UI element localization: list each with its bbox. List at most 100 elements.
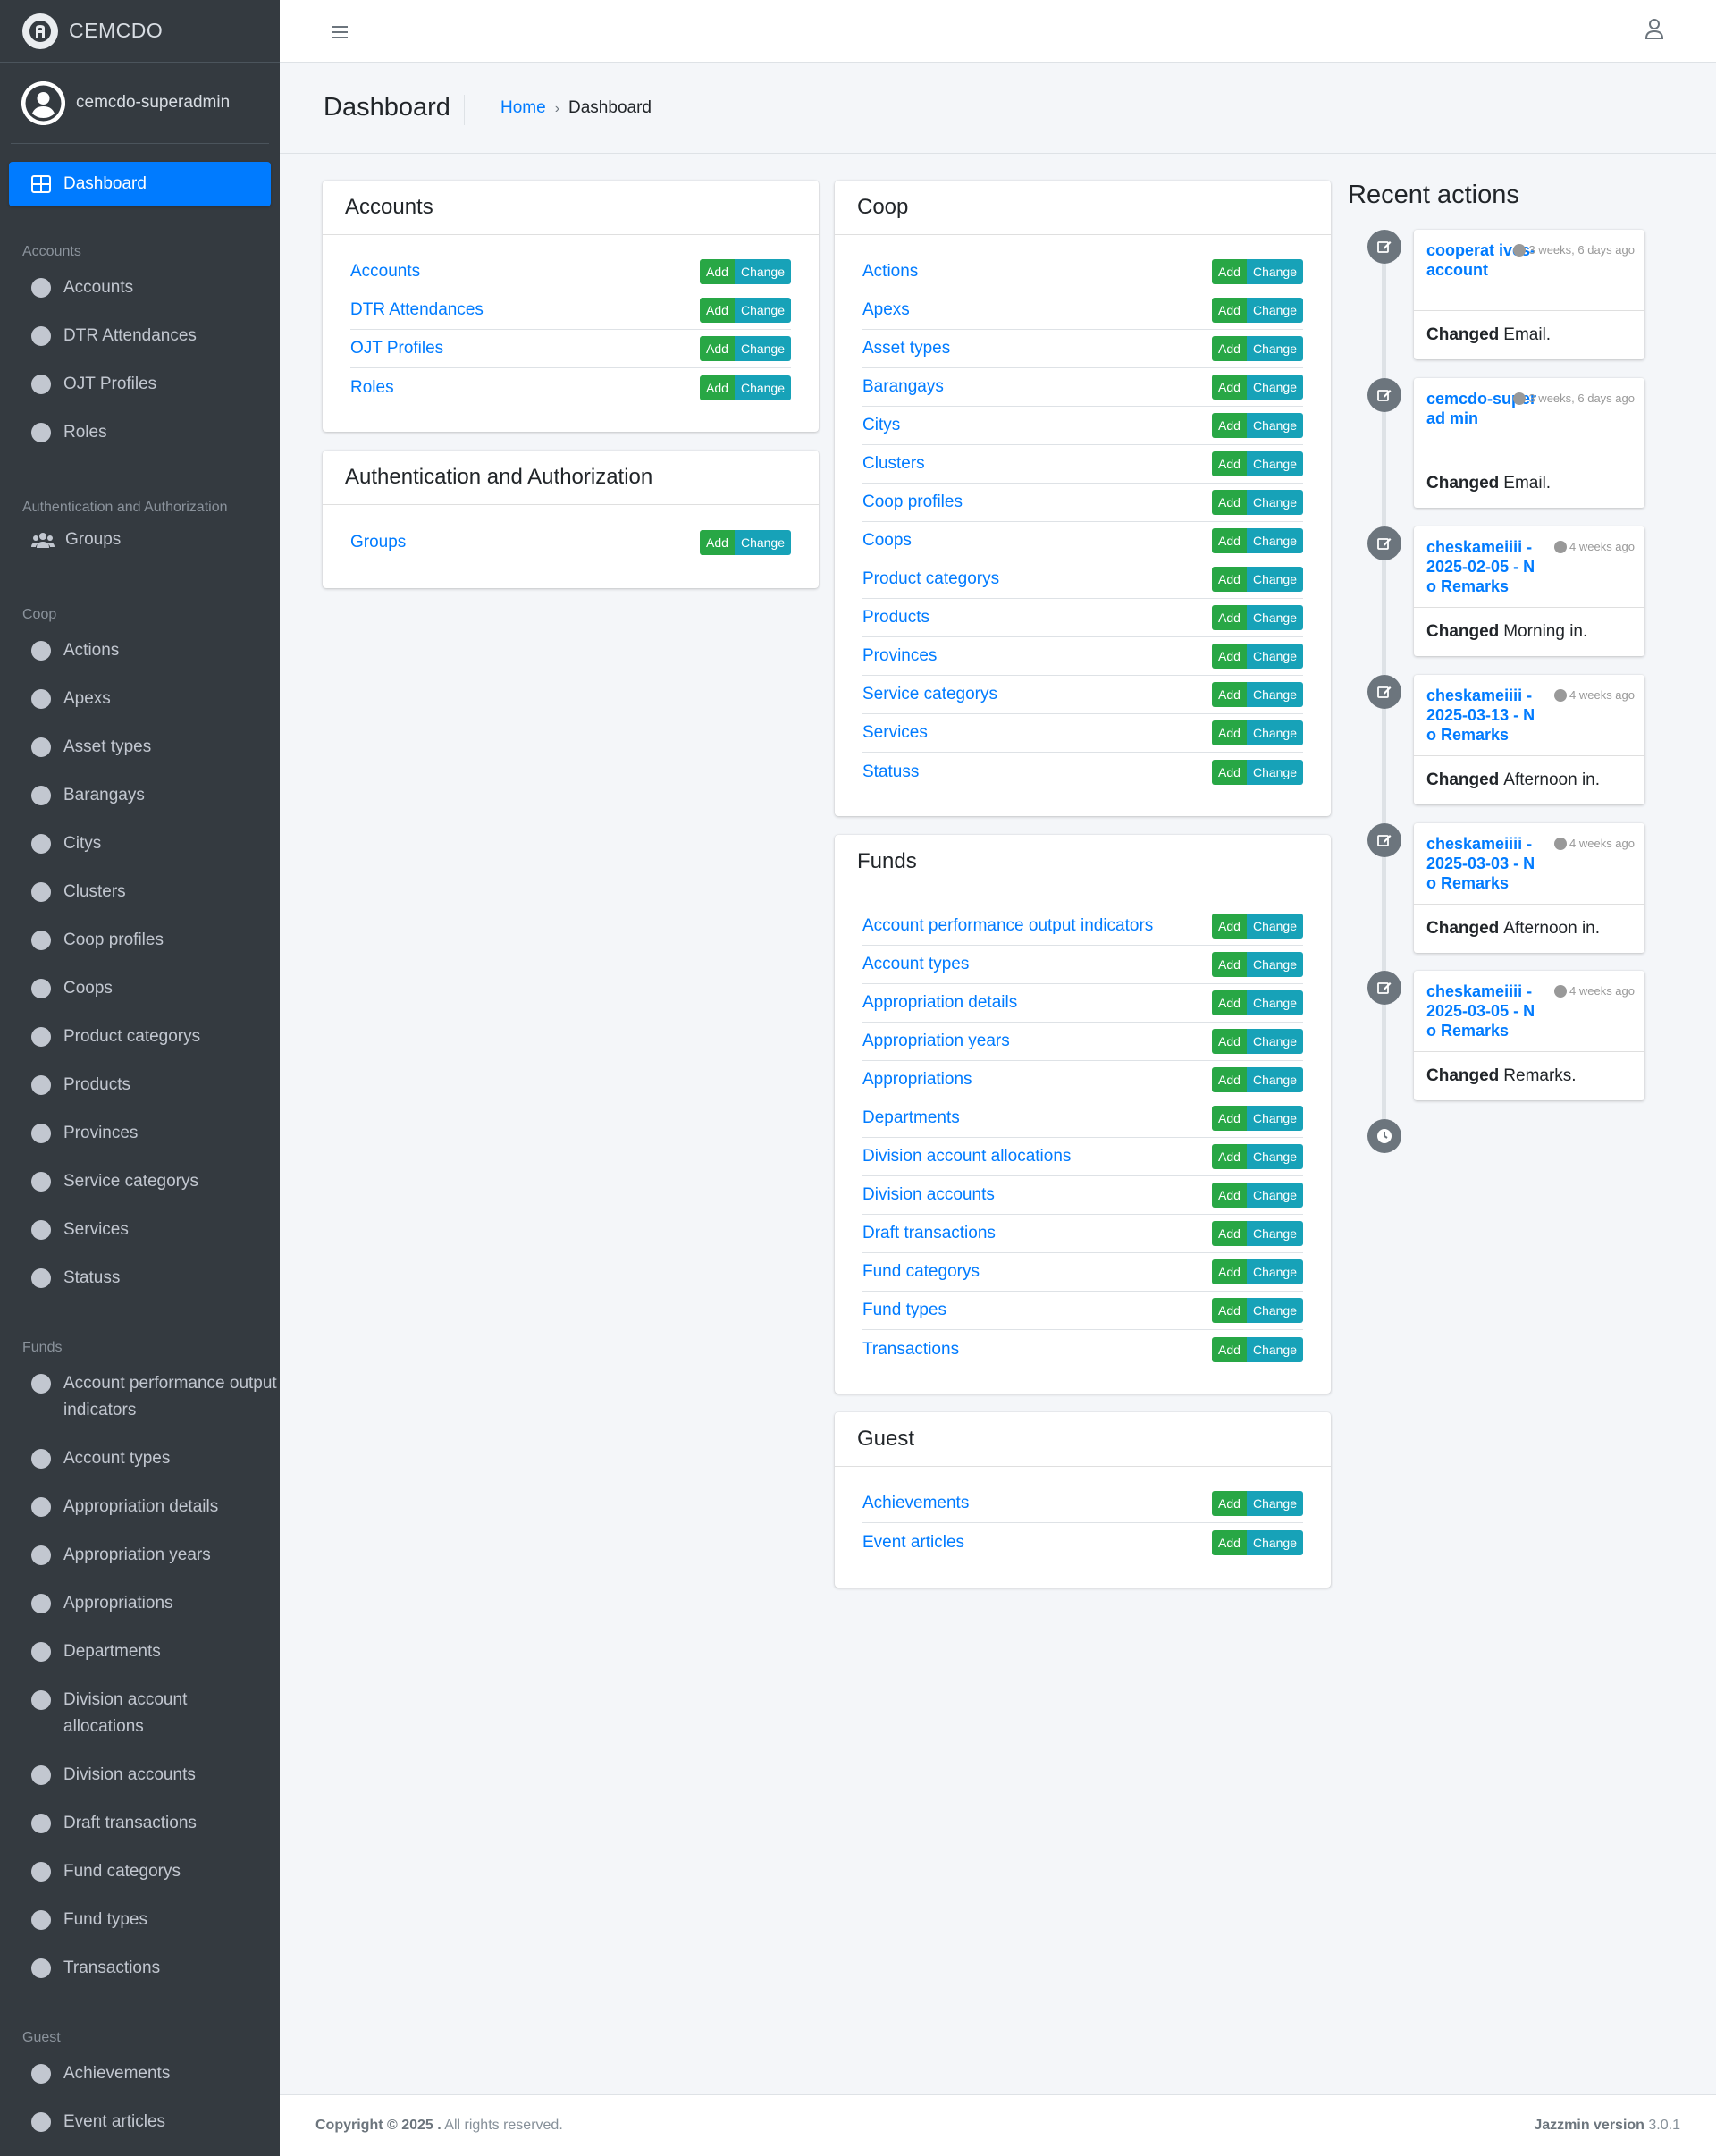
sidebar-item-division-account-allocations[interactable]: Division account allocations: [0, 1676, 280, 1751]
add-button[interactable]: Add: [1212, 1298, 1247, 1323]
add-button[interactable]: Add: [1212, 451, 1247, 476]
user-panel[interactable]: cemcdo-superadmin: [11, 63, 269, 144]
change-button[interactable]: Change: [1246, 1067, 1303, 1092]
add-button[interactable]: Add: [1212, 759, 1247, 785]
add-button[interactable]: Add: [1212, 682, 1247, 707]
model-link-draft-transactions[interactable]: Draft transactions: [862, 1224, 996, 1243]
sidebar-item-service-categorys[interactable]: Service categorys: [0, 1158, 280, 1206]
model-link-ojt-profiles[interactable]: OJT Profiles: [350, 339, 443, 358]
change-button[interactable]: Change: [1246, 1298, 1303, 1323]
change-button[interactable]: Change: [1246, 1221, 1303, 1246]
model-link-clusters[interactable]: Clusters: [862, 454, 925, 474]
change-button[interactable]: Change: [1246, 914, 1303, 939]
model-link-coop-profiles[interactable]: Coop profiles: [862, 493, 963, 512]
change-button[interactable]: Change: [1246, 1336, 1303, 1362]
change-button[interactable]: Change: [1246, 1144, 1303, 1169]
add-button[interactable]: Add: [700, 259, 735, 284]
add-button[interactable]: Add: [1212, 914, 1247, 939]
sidebar-item-provinces[interactable]: Provinces: [0, 1109, 280, 1158]
sidebar-item-asset-types[interactable]: Asset types: [0, 723, 280, 771]
add-button[interactable]: Add: [1212, 413, 1247, 438]
add-button[interactable]: Add: [1212, 1491, 1247, 1516]
add-button[interactable]: Add: [1212, 1106, 1247, 1131]
model-link-statuss[interactable]: Statuss: [862, 762, 919, 782]
model-link-accounts[interactable]: Accounts: [350, 262, 420, 282]
add-button[interactable]: Add: [1212, 1029, 1247, 1054]
change-button[interactable]: Change: [1246, 720, 1303, 745]
change-button[interactable]: Change: [734, 259, 791, 284]
change-button[interactable]: Change: [1246, 1529, 1303, 1555]
change-button[interactable]: Change: [1246, 644, 1303, 669]
add-button[interactable]: Add: [1212, 1221, 1247, 1246]
sidebar-item-products[interactable]: Products: [0, 1061, 280, 1109]
change-button[interactable]: Change: [1246, 451, 1303, 476]
add-button[interactable]: Add: [1212, 1183, 1247, 1208]
sidebar-item-fund-types[interactable]: Fund types: [0, 1896, 280, 1944]
add-button[interactable]: Add: [1212, 259, 1247, 284]
model-link-product-categorys[interactable]: Product categorys: [862, 569, 999, 589]
sidebar-item-apexs[interactable]: Apexs: [0, 675, 280, 723]
change-button[interactable]: Change: [1246, 952, 1303, 977]
sidebar-item-citys[interactable]: Citys: [0, 820, 280, 868]
add-button[interactable]: Add: [1212, 720, 1247, 745]
sidebar-item-groups[interactable]: Groups: [0, 516, 280, 564]
sidebar-item-clusters[interactable]: Clusters: [0, 868, 280, 916]
sidebar-item-actions[interactable]: Actions: [0, 627, 280, 675]
add-button[interactable]: Add: [700, 298, 735, 323]
model-link-actions[interactable]: Actions: [862, 262, 918, 282]
add-button[interactable]: Add: [1212, 644, 1247, 669]
model-link-fund-types[interactable]: Fund types: [862, 1301, 946, 1320]
add-button[interactable]: Add: [1212, 1529, 1247, 1555]
sidebar-item-coop-profiles[interactable]: Coop profiles: [0, 916, 280, 964]
recent-action-object-link[interactable]: cheskameiiii - 2025-02-05 - No Remarks: [1426, 537, 1541, 596]
add-button[interactable]: Add: [1212, 1259, 1247, 1284]
change-button[interactable]: Change: [734, 529, 791, 555]
sidebar-item-dtr-attendances[interactable]: DTR Attendances: [0, 312, 280, 360]
sidebar-item-roles[interactable]: Roles: [0, 408, 280, 457]
brand-link[interactable]: CEMCDO: [0, 0, 280, 63]
model-link-groups[interactable]: Groups: [350, 533, 406, 552]
sidebar-item-barangays[interactable]: Barangays: [0, 771, 280, 820]
model-link-account-types[interactable]: Account types: [862, 955, 969, 974]
sidebar-item-appropriation-details[interactable]: Appropriation details: [0, 1483, 280, 1531]
sidebar-item-accounts[interactable]: Accounts: [0, 264, 280, 312]
change-button[interactable]: Change: [1246, 1259, 1303, 1284]
model-link-appropriation-details[interactable]: Appropriation details: [862, 993, 1017, 1013]
change-button[interactable]: Change: [1246, 682, 1303, 707]
change-button[interactable]: Change: [1246, 567, 1303, 592]
change-button[interactable]: Change: [1246, 528, 1303, 553]
model-link-coops[interactable]: Coops: [862, 531, 912, 551]
change-button[interactable]: Change: [1246, 413, 1303, 438]
model-link-roles[interactable]: Roles: [350, 378, 394, 398]
change-button[interactable]: Change: [1246, 490, 1303, 515]
change-button[interactable]: Change: [1246, 336, 1303, 361]
model-link-asset-types[interactable]: Asset types: [862, 339, 950, 358]
sidebar-item-product-categorys[interactable]: Product categorys: [0, 1013, 280, 1061]
add-button[interactable]: Add: [1212, 490, 1247, 515]
add-button[interactable]: Add: [700, 336, 735, 361]
change-button[interactable]: Change: [1246, 1106, 1303, 1131]
change-button[interactable]: Change: [1246, 375, 1303, 400]
model-link-division-accounts[interactable]: Division accounts: [862, 1185, 995, 1205]
change-button[interactable]: Change: [1246, 298, 1303, 323]
sidebar-item-fund-categorys[interactable]: Fund categorys: [0, 1848, 280, 1896]
model-link-appropriation-years[interactable]: Appropriation years: [862, 1032, 1010, 1051]
model-link-services[interactable]: Services: [862, 723, 928, 743]
hamburger-icon[interactable]: [332, 20, 348, 43]
add-button[interactable]: Add: [1212, 375, 1247, 400]
change-button[interactable]: Change: [734, 298, 791, 323]
add-button[interactable]: Add: [1212, 567, 1247, 592]
add-button[interactable]: Add: [700, 375, 735, 400]
sidebar-item-departments[interactable]: Departments: [0, 1628, 280, 1676]
user-icon[interactable]: [1644, 18, 1664, 44]
model-link-event-articles[interactable]: Event articles: [862, 1533, 964, 1553]
sidebar-item-appropriations[interactable]: Appropriations: [0, 1579, 280, 1628]
change-button[interactable]: Change: [1246, 1183, 1303, 1208]
sidebar-item-dashboard[interactable]: Dashboard: [9, 162, 271, 206]
sidebar-item-division-accounts[interactable]: Division accounts: [0, 1751, 280, 1799]
change-button[interactable]: Change: [1246, 1491, 1303, 1516]
model-link-account-performance-output-indicators[interactable]: Account performance output indicators: [862, 916, 1153, 936]
model-link-dtr-attendances[interactable]: DTR Attendances: [350, 300, 484, 320]
sidebar-item-ojt-profiles[interactable]: OJT Profiles: [0, 360, 280, 408]
model-link-transactions[interactable]: Transactions: [862, 1340, 959, 1360]
